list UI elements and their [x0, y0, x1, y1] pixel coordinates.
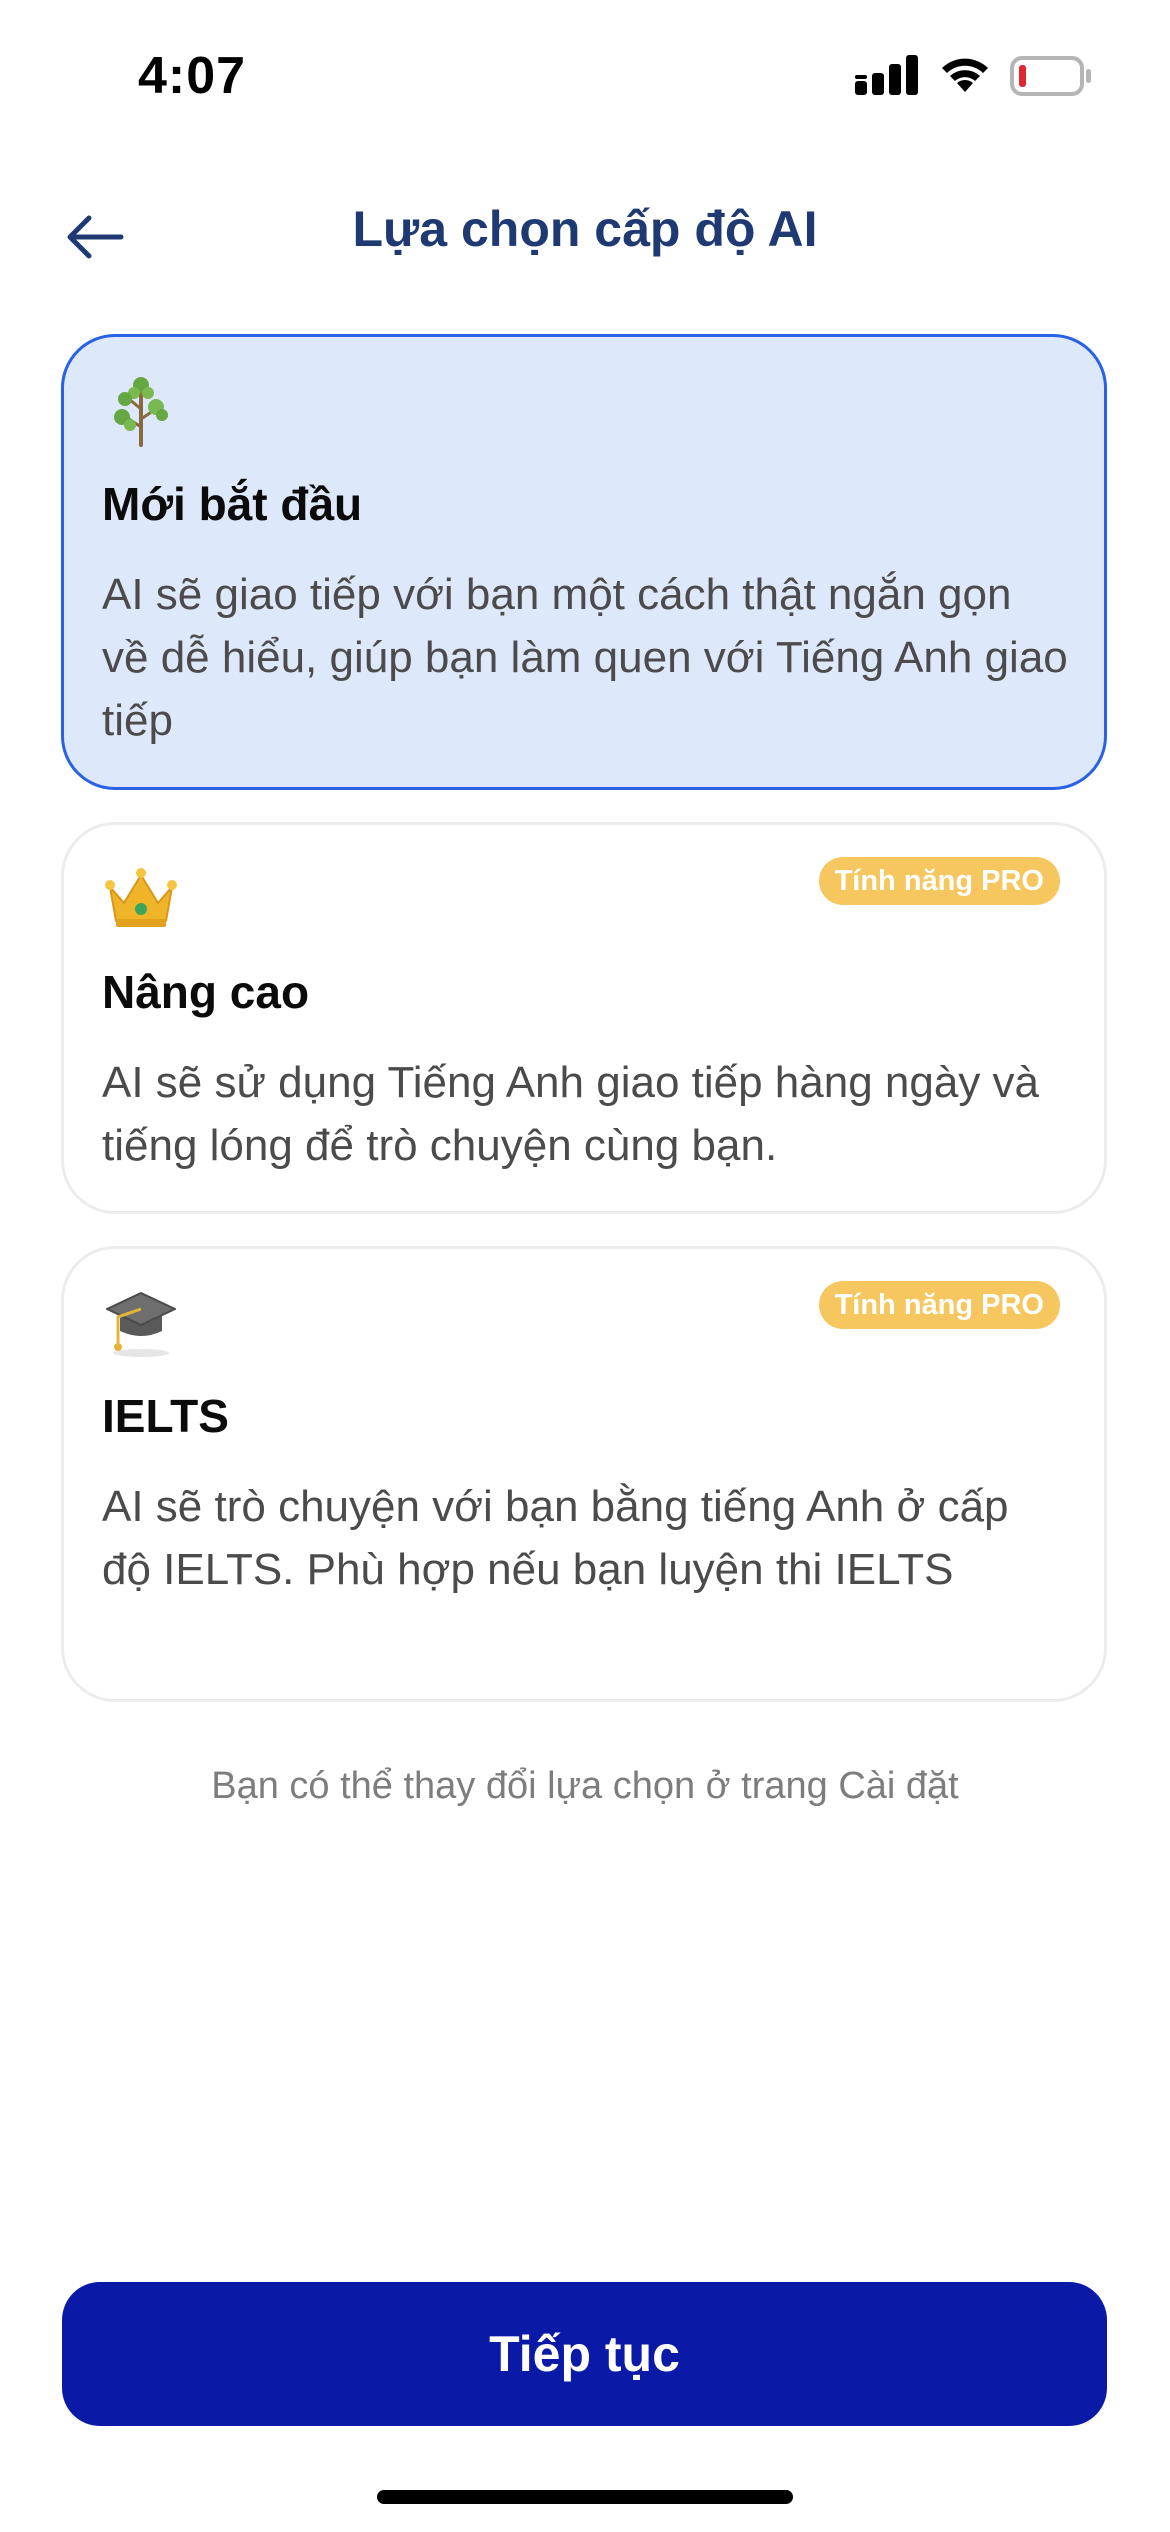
level-description: AI sẽ sử dụng Tiếng Anh giao tiếp hàng n… — [102, 1058, 1040, 1170]
home-indicator — [377, 2490, 793, 2504]
level-description: AI sẽ trò chuyện với bạn bằng tiếng Anh … — [102, 1482, 1009, 1594]
cellular-signal-icon — [855, 55, 918, 95]
status-bar: 4:07 — [0, 0, 1170, 150]
header: Lựa chọn cấp độ AI — [0, 190, 1170, 280]
continue-button[interactable]: Tiếp tục — [62, 2282, 1107, 2426]
level-description: AI sẽ giao tiếp với bạn một cách thật ng… — [102, 570, 1068, 745]
wifi-icon — [942, 58, 988, 92]
graduation-cap-icon — [106, 1292, 176, 1357]
level-title: IELTS — [102, 1390, 229, 1442]
status-time: 4:07 — [138, 47, 247, 105]
crown-icon — [105, 868, 177, 927]
settings-hint: Bạn có thể thay đổi lựa chọn ở trang Cài… — [211, 1765, 959, 1807]
page-title: Lựa chọn cấp độ AI — [352, 201, 818, 257]
level-card-advanced[interactable]: Tính năng PRO Nâng cao AI sẽ sử dụng Tiế… — [61, 822, 1107, 1214]
level-title: Nâng cao — [102, 966, 310, 1018]
pro-badge: Tính năng PRO — [818, 857, 1060, 905]
battery-icon — [1010, 56, 1091, 96]
sprout-icon — [114, 377, 168, 447]
level-title: Mới bắt đầu — [102, 478, 363, 530]
level-card-beginner[interactable]: Mới bắt đầu AI sẽ giao tiếp với bạn một … — [61, 334, 1107, 790]
pro-badge: Tính năng PRO — [818, 1281, 1060, 1329]
level-card-ielts[interactable]: Tính năng PRO IELTS AI sẽ trò chuyện với… — [61, 1246, 1107, 1702]
